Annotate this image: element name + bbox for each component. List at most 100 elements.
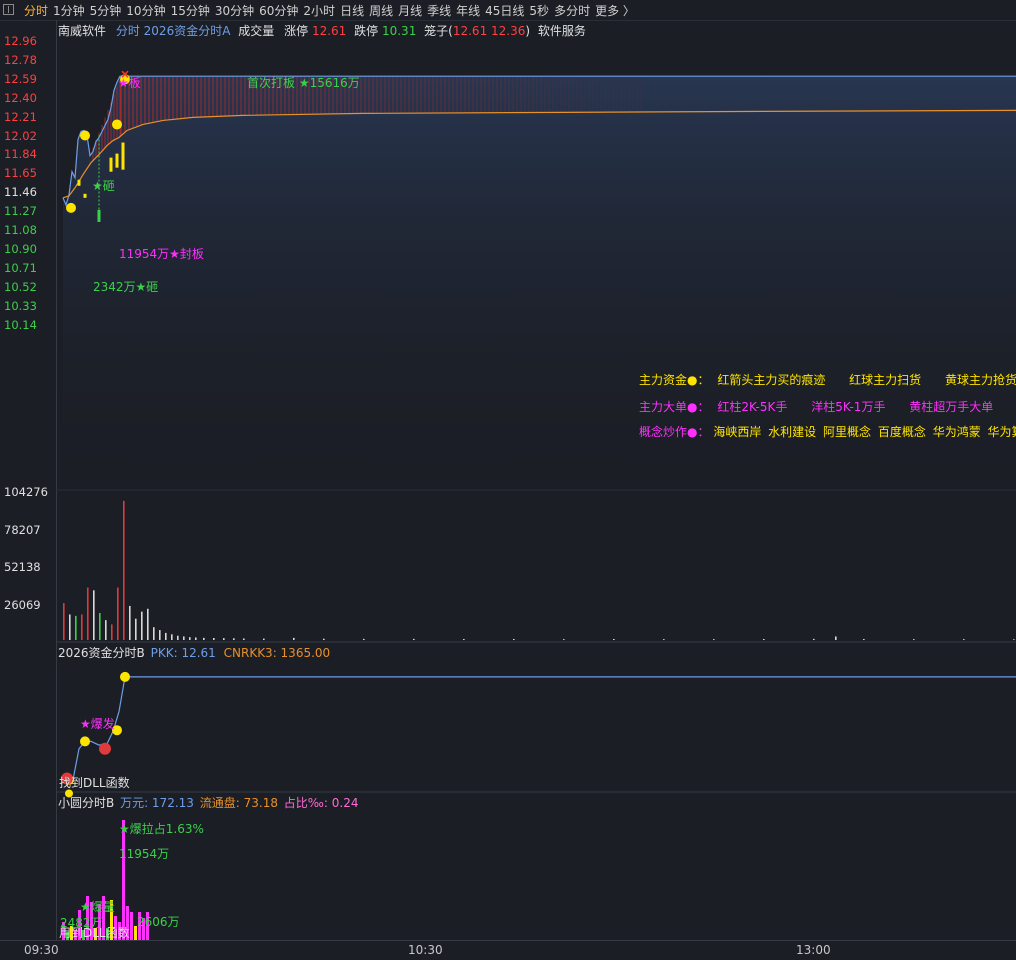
- price-tick-label: 10.90: [4, 241, 37, 256]
- price-tick-label: 10.71: [4, 260, 37, 275]
- period-tab[interactable]: 月线: [398, 4, 422, 18]
- volume-bar: [159, 630, 161, 640]
- cage-values: 12.61 12.36: [452, 24, 526, 38]
- volume-bar: [233, 638, 235, 640]
- volume-bar: [1013, 639, 1015, 640]
- volume-bar: [513, 639, 515, 640]
- legend-money-item: 红箭头主力买的痕迹: [717, 373, 826, 387]
- volume-bar: [835, 636, 837, 640]
- volume-bar: [111, 624, 113, 640]
- volume-bar: [141, 611, 143, 640]
- panel-c-burst-vol: ★爆量: [80, 900, 115, 914]
- chart-header: 南威软件 分时 2026资金分时A 成交量 涨停 12.61 跌停 10.31 …: [58, 22, 586, 39]
- period-tab[interactable]: 多分时: [554, 4, 590, 18]
- period-tab[interactable]: 更多 〉: [595, 4, 635, 18]
- volume-bar: [663, 639, 665, 640]
- volume-bar: [189, 637, 191, 640]
- period-tab[interactable]: 5秒: [529, 4, 549, 18]
- period-tab[interactable]: 1分钟: [53, 4, 85, 18]
- price-tick-label: 11.27: [4, 204, 37, 219]
- volume-bar: [243, 638, 245, 640]
- volume-bar: [263, 638, 265, 640]
- period-tab[interactable]: 2小时: [303, 4, 335, 18]
- price-tick-label: 11.08: [4, 223, 37, 237]
- panel-c-amount3: 2606万: [137, 915, 180, 929]
- legend-concept-item: 海峡西岸: [713, 425, 762, 439]
- legend-concept-item: 水利建设: [768, 425, 817, 439]
- money-dot: [112, 119, 122, 130]
- panel-c-title: 小圆分时B: [58, 796, 115, 810]
- period-tab[interactable]: 5分钟: [90, 4, 122, 18]
- money-dot: [66, 202, 76, 213]
- panel-b-red-ball: [99, 742, 111, 755]
- volume-bar: [105, 620, 107, 640]
- period-tab[interactable]: 15分钟: [171, 4, 210, 18]
- volume-label: 成交量: [238, 24, 275, 38]
- legend-bigorder-title: 主力大单●：: [639, 400, 710, 414]
- smash-star-annotation: ★砸: [92, 179, 115, 193]
- legend-money-item: 黄球主力抢货: [945, 373, 1016, 387]
- volume-bar: [135, 618, 137, 640]
- legend-bigorder-item: 红柱2K-5K手: [717, 400, 788, 414]
- volume-bar: [363, 638, 365, 640]
- limit-down-label: 跌停: [354, 24, 379, 38]
- period-tab[interactable]: 日线: [340, 4, 364, 18]
- volume-bar: [293, 637, 295, 640]
- volume-bar: [195, 637, 197, 640]
- smash-amount-annotation: 2342万★砸: [93, 280, 159, 294]
- panel-b-dot: [120, 671, 130, 682]
- panel-toggle-icon[interactable]: [3, 4, 14, 15]
- period-tab[interactable]: 年线: [456, 4, 480, 18]
- panel-b-header: 2026资金分时B PKK: 12.61 CNRKK3: 1365.00: [58, 644, 330, 661]
- panel-b-title: 2026资金分时B: [58, 646, 145, 660]
- legend-main-money: 主力资金●： 红箭头主力买的痕迹 红球主力扫货 黄球主力抢货: [639, 371, 1016, 388]
- panel-c-overlap-text: 用到DLL函数: [59, 926, 130, 940]
- volume-bar: [763, 639, 765, 640]
- volume-bar: [713, 639, 715, 640]
- time-label: 09:30: [24, 943, 59, 957]
- big-order-bar: [77, 179, 81, 186]
- period-tab[interactable]: 45日线: [485, 4, 524, 18]
- volume-tick-label: 52138: [4, 560, 41, 574]
- volume-bar: [963, 639, 965, 640]
- volume-bar: [463, 639, 465, 640]
- panel-c-amount1: 11954万: [119, 847, 170, 861]
- legend-bigorder-item: 黄柱超万手大单: [909, 400, 994, 414]
- period-tabs: 分时 1分钟 5分钟 10分钟 15分钟 30分钟 60分钟 2小时 日线 周线 月线 季线 年线 45日…: [24, 2, 640, 19]
- price-tick-label: 12.02: [4, 128, 37, 143]
- big-order-bar: [115, 153, 119, 168]
- panel-b-dot: [80, 736, 90, 747]
- legend-bigorder-item: 洋柱5K-1万手: [811, 400, 886, 414]
- legend-main-bigorder: 主力大单●： 红柱2K-5K手 洋柱5K-1万手 黄柱超万手大单: [639, 398, 993, 415]
- price-tick-label: 10.33: [4, 298, 37, 313]
- panel-b-burst-annotation: ★爆发: [80, 717, 115, 731]
- big-order-bar: [121, 142, 125, 170]
- limit-up-value: 12.61: [311, 24, 347, 38]
- big-order-bar: [109, 157, 113, 172]
- period-tab[interactable]: 10分钟: [126, 4, 165, 18]
- volume-bar: [563, 639, 565, 640]
- legend-main-concept: 概念炒作●： 海峡西岸 水利建设 阿里概念 百度概念 华为鸿蒙 华为算力: [639, 423, 1016, 440]
- big-order-bar: [83, 193, 87, 198]
- price-tick-label: 12.21: [4, 109, 37, 124]
- volume-bar: [223, 638, 225, 640]
- period-tab[interactable]: 季线: [427, 4, 451, 18]
- board-star-annotation: ★板: [118, 76, 141, 90]
- volume-bar: [613, 639, 615, 640]
- price-tick-label: 12.78: [4, 52, 37, 67]
- volume-bar: [323, 638, 325, 640]
- period-tab[interactable]: 周线: [369, 4, 393, 18]
- cage-close: ): [525, 24, 531, 38]
- period-tab[interactable]: 60分钟: [259, 4, 298, 18]
- panel-b-line: [62, 676, 1016, 782]
- time-label: 13:00: [796, 943, 831, 957]
- period-toolbar: 分时 1分钟 5分钟 10分钟 15分钟 30分钟 60分钟 2小时 日线 周线 月线 季线 年线 45日…: [0, 0, 1016, 21]
- volume-bar: [171, 634, 173, 640]
- volume-bar: [99, 613, 101, 640]
- volume-bar: [129, 605, 131, 640]
- period-tab[interactable]: 分时: [24, 4, 48, 18]
- panel-c-wan: 万元: 172.13: [120, 796, 194, 810]
- volume-bar: [203, 637, 205, 640]
- period-tab[interactable]: 30分钟: [215, 4, 254, 18]
- legend-concept-item: 百度概念: [877, 425, 926, 439]
